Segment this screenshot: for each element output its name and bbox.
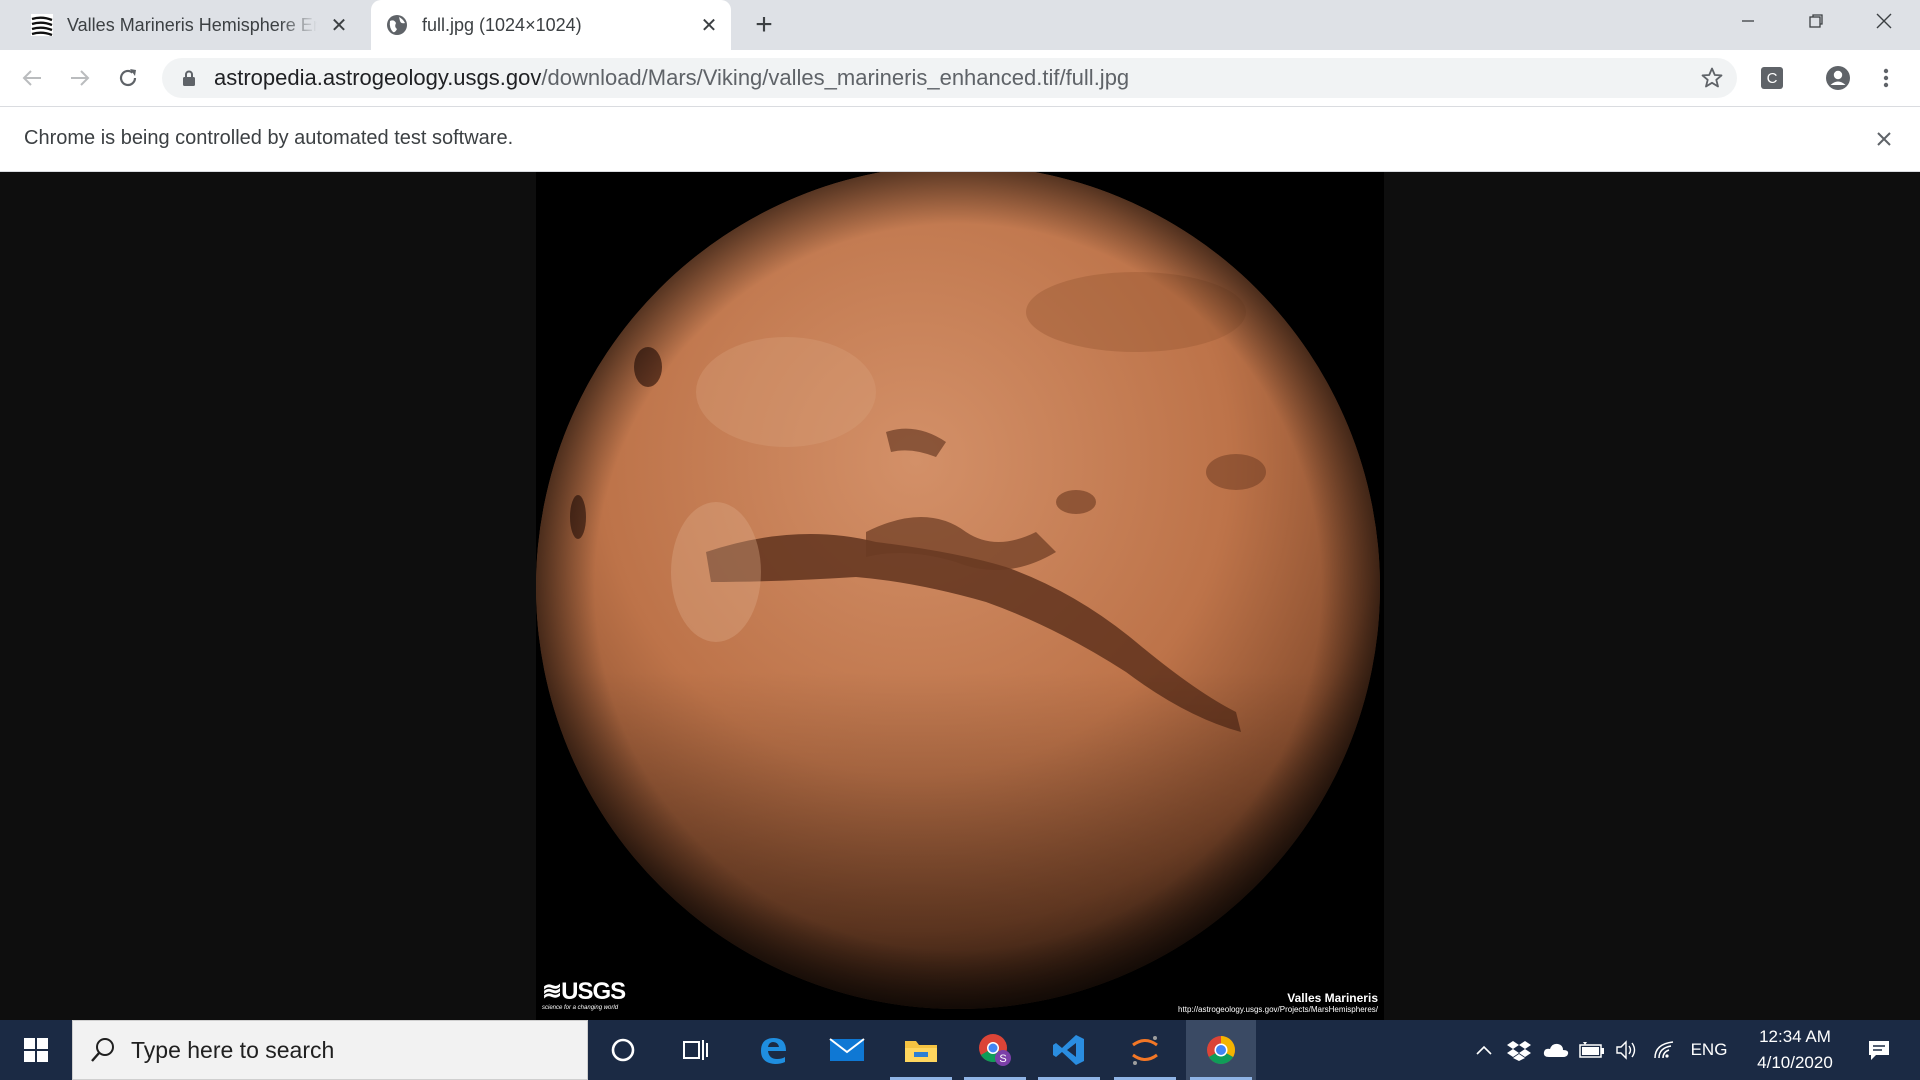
back-arrow-icon xyxy=(22,70,41,86)
mars-image[interactable]: ≋USGS science for a changing world Valle… xyxy=(536,172,1384,1020)
vscode-button[interactable] xyxy=(1034,1020,1104,1080)
chrome-button[interactable] xyxy=(1186,1020,1256,1080)
file-explorer-button[interactable] xyxy=(886,1020,956,1080)
network-tray-button[interactable] xyxy=(1648,1020,1682,1080)
image-caption-url: http://astrogeology.usgs.gov/Projects/Ma… xyxy=(1178,1005,1378,1014)
lock-icon xyxy=(183,70,195,86)
vscode-icon xyxy=(1053,1035,1084,1065)
show-hidden-icons-button[interactable] xyxy=(1470,1020,1498,1080)
url-text[interactable]: astropedia.astrogeology.usgs.gov/downloa… xyxy=(214,65,1129,91)
tab-valles-marineris[interactable]: Valles Marineris Hemisphere Enh ✕ xyxy=(16,0,361,50)
close-tab-icon[interactable]: ✕ xyxy=(327,13,351,37)
usgs-logo-mark: ≋USGS xyxy=(542,978,626,1005)
search-placeholder: Type here to search xyxy=(131,1036,335,1063)
extension-button[interactable]: C xyxy=(1752,58,1792,98)
bookmark-button[interactable] xyxy=(1692,58,1732,98)
tab-strip: Valles Marineris Hemisphere Enh ✕ full.j… xyxy=(0,0,1920,50)
tab-full-jpg[interactable]: full.jpg (1024×1024) ✕ xyxy=(371,0,731,50)
cloud-icon xyxy=(1543,1043,1569,1057)
globe-icon xyxy=(387,15,407,35)
back-button[interactable] xyxy=(12,58,52,98)
forward-button[interactable] xyxy=(60,58,100,98)
close-tab-icon[interactable]: ✕ xyxy=(697,13,721,37)
battery-tray-button[interactable] xyxy=(1576,1020,1608,1080)
star-icon xyxy=(1701,67,1723,88)
mail-button[interactable] xyxy=(812,1020,882,1080)
search-icon xyxy=(91,1038,114,1062)
chevron-up-icon xyxy=(1476,1045,1492,1055)
task-view-icon xyxy=(683,1040,708,1060)
cortana-button[interactable] xyxy=(588,1020,658,1080)
close-infobar-button[interactable] xyxy=(1872,127,1896,151)
restore-icon xyxy=(1809,14,1823,28)
usgs-logo: ≋USGS science for a changing world xyxy=(542,980,642,1014)
chrome-profile-button[interactable]: S xyxy=(960,1020,1030,1080)
mail-icon xyxy=(829,1038,865,1061)
volume-tray-button[interactable] xyxy=(1610,1020,1644,1080)
onedrive-tray-button[interactable] xyxy=(1538,1020,1574,1080)
action-center-button[interactable] xyxy=(1854,1020,1904,1080)
jupyter-icon xyxy=(1132,1036,1158,1065)
browser-toolbar: astropedia.astrogeology.usgs.gov/downloa… xyxy=(0,50,1920,106)
clock-time: 12:34 AM xyxy=(1759,1027,1831,1046)
extension-c-icon: C xyxy=(1761,67,1783,89)
close-icon xyxy=(1876,13,1892,29)
volume-icon xyxy=(1616,1040,1636,1060)
url-host: astropedia.astrogeology.usgs.gov xyxy=(214,65,542,90)
minimize-icon xyxy=(1742,20,1754,22)
dropbox-icon xyxy=(1507,1041,1531,1061)
edge-button[interactable] xyxy=(738,1020,808,1080)
svg-text:S: S xyxy=(999,1053,1006,1065)
windows-taskbar: Type here to search S ENG 12:34 AM 4/10/… xyxy=(0,1020,1920,1080)
image-caption-title: Valles Marineris xyxy=(1287,991,1378,1005)
notification-icon xyxy=(1869,1041,1889,1060)
more-vert-icon xyxy=(1883,68,1889,88)
usgs-tagline: science for a changing world xyxy=(542,1005,619,1011)
edge-icon xyxy=(761,1038,786,1064)
infobar-text: Chrome is being controlled by automated … xyxy=(24,127,514,149)
tab-title: full.jpg (1024×1024) xyxy=(422,14,582,35)
dropbox-tray-button[interactable] xyxy=(1502,1020,1536,1080)
file-explorer-icon xyxy=(905,1041,937,1062)
battery-icon xyxy=(1579,1042,1604,1058)
profile-button[interactable] xyxy=(1818,58,1858,98)
account-icon xyxy=(1826,66,1850,90)
windows-logo-icon xyxy=(24,1038,48,1062)
chrome-icon xyxy=(1207,1036,1235,1064)
jupyter-button[interactable] xyxy=(1110,1020,1180,1080)
usgs-favicon xyxy=(31,14,53,36)
address-bar[interactable]: astropedia.astrogeology.usgs.gov/downloa… xyxy=(162,58,1737,98)
forward-arrow-icon xyxy=(71,70,90,86)
input-language-button[interactable]: ENG xyxy=(1686,1020,1732,1080)
reload-button[interactable] xyxy=(108,58,148,98)
new-tab-button[interactable]: + xyxy=(747,8,781,42)
close-icon xyxy=(1877,132,1891,146)
task-view-button[interactable] xyxy=(660,1020,730,1080)
mars-globe xyxy=(536,172,1380,1009)
cortana-icon xyxy=(611,1038,635,1062)
url-path: /download/Mars/Viking/valles_marineris_e… xyxy=(541,65,1130,90)
tab-title: Valles Marineris Hemisphere Enh xyxy=(67,14,317,35)
start-button[interactable] xyxy=(0,1020,72,1080)
taskbar-search-box[interactable]: Type here to search xyxy=(72,1020,588,1080)
menu-button[interactable] xyxy=(1866,58,1906,98)
close-window-button[interactable] xyxy=(1850,0,1918,42)
clock-date: 4/10/2020 xyxy=(1757,1053,1833,1072)
image-viewer: ≋USGS science for a changing world Valle… xyxy=(0,172,1920,1020)
automation-infobar: Chrome is being controlled by automated … xyxy=(0,106,1920,172)
minimize-button[interactable] xyxy=(1714,0,1782,42)
clock-button[interactable]: 12:34 AM 4/10/2020 xyxy=(1740,1024,1850,1076)
restore-button[interactable] xyxy=(1782,0,1850,42)
chrome-profile-icon: S xyxy=(979,1034,1011,1066)
wifi-icon xyxy=(1654,1041,1674,1059)
reload-icon xyxy=(119,69,137,87)
